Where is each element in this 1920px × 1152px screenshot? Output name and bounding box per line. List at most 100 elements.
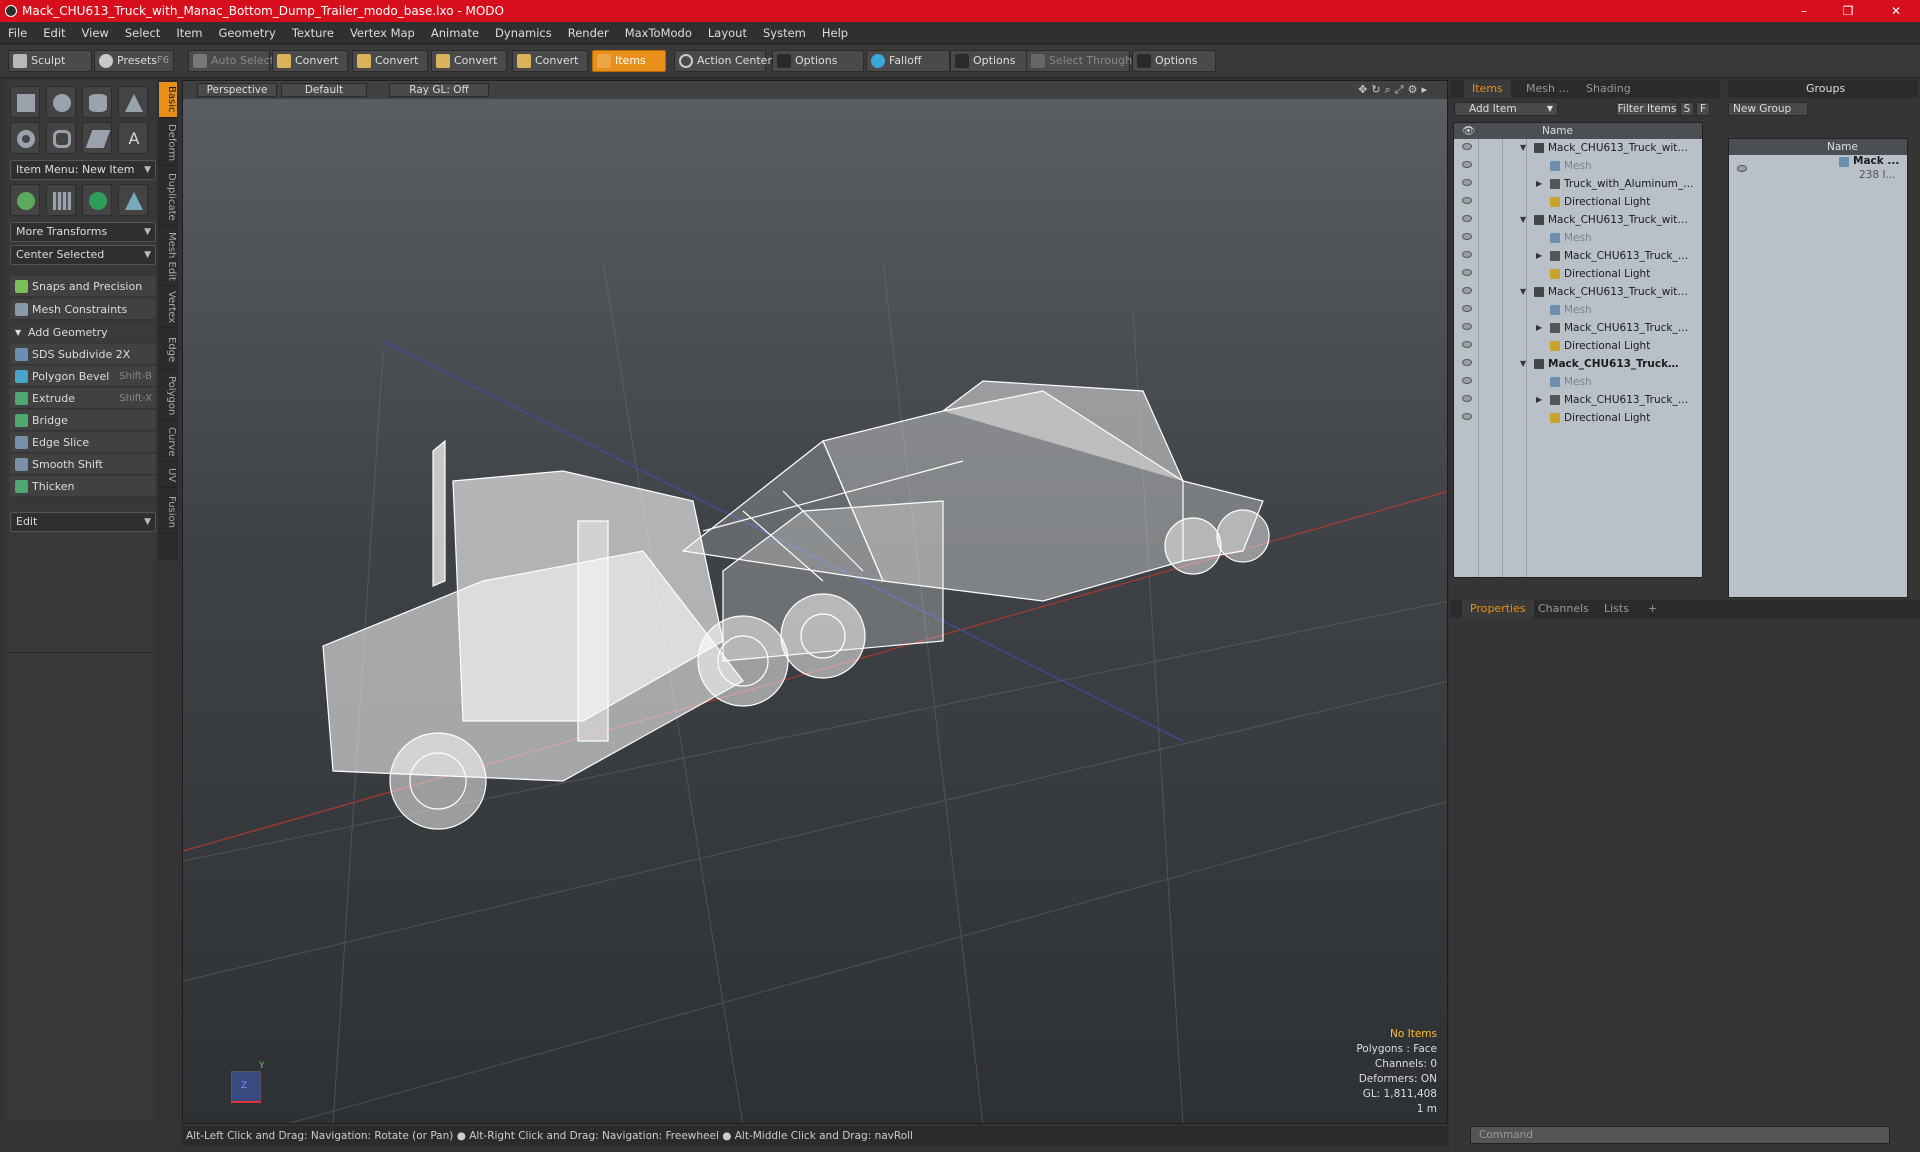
move-tool[interactable]: [10, 184, 40, 216]
expand-triangle-icon[interactable]: ▶: [1536, 391, 1542, 409]
menu-item[interactable]: Item: [168, 22, 210, 44]
convert-materials-button[interactable]: Convert: [512, 50, 588, 72]
item-row-scene[interactable]: ▼ Mack_CHU613_Truck_wit…: [1454, 139, 1702, 157]
torus-tool[interactable]: [10, 122, 40, 154]
zoom-icon[interactable]: ⌕: [1385, 83, 1395, 96]
edit-dropdown[interactable]: Edit ▼: [10, 512, 156, 532]
grid-tool[interactable]: [46, 184, 76, 216]
rotate-icon[interactable]: ↻: [1371, 83, 1384, 96]
tab-properties[interactable]: Properties: [1462, 600, 1534, 618]
menu-select[interactable]: Select: [117, 22, 168, 44]
item-row-group[interactable]: ▶ Truck_with_Aluminum_…: [1454, 175, 1702, 193]
item-row-scene[interactable]: ▼ Mack_CHU613_Truck_wit…: [1454, 211, 1702, 229]
menu-maxtomodo[interactable]: MaxToModo: [617, 22, 700, 44]
expand-triangle-icon[interactable]: ▶: [1536, 247, 1542, 265]
menu-file[interactable]: File: [0, 22, 35, 44]
tab-mesh-edit[interactable]: Mesh Edit: [159, 228, 177, 286]
sds-subdivide-button[interactable]: SDS Subdivide 2X: [10, 344, 156, 365]
command-input[interactable]: Command: [1470, 1126, 1890, 1144]
tab-deform[interactable]: Deform: [159, 120, 177, 166]
globe-tool[interactable]: [82, 184, 112, 216]
cylinder-tool[interactable]: [82, 86, 112, 118]
falloff-options-button[interactable]: Options: [950, 50, 1032, 72]
bridge-button[interactable]: Bridge: [10, 410, 156, 431]
tab-shading[interactable]: Shading: [1578, 80, 1639, 98]
play-icon[interactable]: ▸: [1421, 83, 1431, 96]
tab-mesh[interactable]: Mesh ...: [1518, 80, 1577, 98]
item-row-mesh[interactable]: Mesh: [1454, 301, 1702, 319]
visibility-eye-icon[interactable]: [1462, 269, 1472, 276]
visibility-eye-icon[interactable]: [1462, 197, 1472, 204]
snaps-precision-button[interactable]: Snaps and Precision: [10, 276, 156, 297]
convert-vertices-button[interactable]: Convert: [272, 50, 348, 72]
expand-triangle-icon[interactable]: ▶: [1536, 319, 1542, 337]
polygon-bevel-button[interactable]: Polygon Bevel Shift-B: [10, 366, 156, 387]
tab-vertex[interactable]: Vertex: [159, 288, 177, 328]
visibility-eye-icon[interactable]: [1462, 395, 1472, 402]
item-row-scene[interactable]: ▼ Mack_CHU613_Truck_wit…: [1454, 283, 1702, 301]
group-row[interactable]: Mack ... 238 I...: [1729, 155, 1907, 189]
sculpt-button[interactable]: Sculpt: [8, 50, 92, 72]
visibility-eye-icon[interactable]: [1462, 377, 1472, 384]
menu-help[interactable]: Help: [814, 22, 856, 44]
fit-icon[interactable]: ⤢: [1395, 83, 1408, 96]
item-row-light[interactable]: Directional Light: [1454, 193, 1702, 211]
item-row-group[interactable]: ▶ Mack_CHU613_Truck_…: [1454, 319, 1702, 337]
minimize-button[interactable]: –: [1784, 2, 1824, 20]
more-transforms-dropdown[interactable]: More Transforms ▼: [10, 222, 156, 242]
expand-triangle-icon[interactable]: ▶: [1536, 175, 1542, 193]
filter-f-toggle[interactable]: F: [1696, 102, 1710, 116]
item-row-group[interactable]: ▶ Mack_CHU613_Truck_…: [1454, 391, 1702, 409]
visibility-eye-icon[interactable]: [1737, 165, 1747, 172]
falloff-button[interactable]: Falloff: [866, 50, 950, 72]
presets-button[interactable]: Presets F6: [94, 50, 174, 72]
edge-slice-button[interactable]: Edge Slice: [10, 432, 156, 453]
visibility-eye-icon[interactable]: [1462, 323, 1472, 330]
tab-items[interactable]: Items: [1464, 80, 1511, 98]
shading-style-button[interactable]: Default: [281, 83, 367, 97]
tab-fusion[interactable]: Fusion: [159, 490, 177, 534]
item-row-light[interactable]: Directional Light: [1454, 337, 1702, 355]
perspective-view-button[interactable]: Perspective: [197, 83, 277, 97]
menu-view[interactable]: View: [74, 22, 117, 44]
filter-s-toggle[interactable]: S: [1680, 102, 1694, 116]
3d-viewport[interactable]: Perspective Default Ray GL: Off ✥↻⌕⤢⚙▸ Y…: [182, 80, 1448, 1124]
sphere-tool[interactable]: [46, 86, 76, 118]
menu-render[interactable]: Render: [560, 22, 617, 44]
collapse-triangle-icon[interactable]: ▼: [1520, 211, 1526, 229]
auto-select-button[interactable]: Auto Select: [188, 50, 274, 72]
tab-duplicate[interactable]: Duplicate: [159, 168, 177, 226]
menu-texture[interactable]: Texture: [284, 22, 342, 44]
maximize-button[interactable]: ❐: [1828, 2, 1868, 20]
group-name-header[interactable]: Name: [1827, 139, 1858, 155]
collapse-triangle-icon[interactable]: ▼: [1520, 139, 1526, 157]
collapse-triangle-icon[interactable]: ▼: [1520, 355, 1526, 373]
close-button[interactable]: ✕: [1876, 2, 1916, 20]
menu-edit[interactable]: Edit: [35, 22, 73, 44]
center-selected-dropdown[interactable]: Center Selected ▼: [10, 245, 156, 265]
visibility-eye-icon[interactable]: [1462, 251, 1472, 258]
item-row-mesh[interactable]: Mesh: [1454, 157, 1702, 175]
item-row-light[interactable]: Directional Light: [1454, 409, 1702, 427]
visibility-eye-icon[interactable]: [1462, 341, 1472, 348]
menu-vertex-map[interactable]: Vertex Map: [342, 22, 423, 44]
item-row-mesh[interactable]: Mesh: [1454, 373, 1702, 391]
raygl-button[interactable]: Ray GL: Off: [389, 83, 489, 97]
menu-animate[interactable]: Animate: [423, 22, 487, 44]
visibility-eye-icon[interactable]: [1462, 359, 1472, 366]
tube-tool[interactable]: [46, 122, 76, 154]
visibility-eye-icon[interactable]: [1462, 287, 1472, 294]
visibility-eye-icon[interactable]: [1462, 413, 1472, 420]
name-column-header[interactable]: Name: [1542, 123, 1573, 139]
collapse-triangle-icon[interactable]: ▼: [1520, 283, 1526, 301]
smooth-shift-button[interactable]: Smooth Shift: [10, 454, 156, 475]
convert-polygons-button[interactable]: Convert: [431, 50, 507, 72]
tab-edge[interactable]: Edge: [159, 330, 177, 370]
tab-lists[interactable]: Lists: [1596, 600, 1637, 618]
visibility-eye-icon[interactable]: [1462, 179, 1472, 186]
text-tool[interactable]: A: [118, 122, 148, 154]
item-row-group[interactable]: ▶ Mack_CHU613_Truck_…: [1454, 247, 1702, 265]
visibility-eye-icon[interactable]: [1462, 233, 1472, 240]
convert-edges-button[interactable]: Convert: [352, 50, 428, 72]
pan-icon[interactable]: ✥: [1358, 83, 1371, 96]
